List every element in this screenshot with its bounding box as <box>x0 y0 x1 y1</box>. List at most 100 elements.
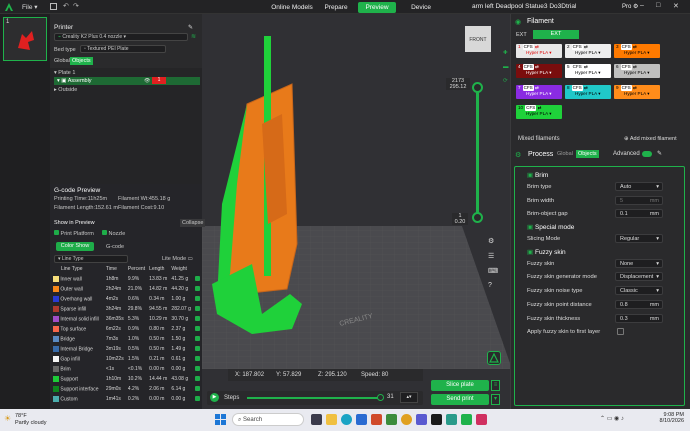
play-button[interactable]: ▶ <box>210 393 219 402</box>
tab-prepare[interactable]: Prepare <box>318 2 354 13</box>
assistant-icon[interactable] <box>487 351 501 365</box>
tab-preview[interactable]: Preview <box>358 2 396 13</box>
line-type-visible-checkbox[interactable] <box>195 305 201 311</box>
steps-slider-handle[interactable] <box>377 394 384 401</box>
line-type-row[interactable]: Sparse infill 3h24m 29.8% 94.55 m 282.07 g <box>52 304 202 314</box>
filament-slot[interactable]: 7 CFS ⇄ Hyper PLA ▾ <box>516 85 562 99</box>
line-type-row[interactable]: Custom 1m41s 0.2% 0.00 m 0.00 g <box>52 394 202 404</box>
filament-slot[interactable]: 3 CFS ⇄ Hyper PLA ▾ <box>614 44 660 58</box>
filament-slot[interactable]: 9 CFS ⇄ Hyper PLA ▾ <box>614 85 660 99</box>
clock[interactable]: 9:08 PM 8/10/2026 <box>644 412 684 424</box>
print-platform-checkbox[interactable]: Print Platform <box>54 230 94 237</box>
filament-type[interactable]: Hyper PLA <box>518 91 548 96</box>
view-cube[interactable]: FRONT <box>465 26 491 52</box>
line-type-row[interactable]: Support 1h10m 10.2% 14.44 m 43.08 g <box>52 374 202 384</box>
slice-plate-button[interactable]: Slice plate <box>431 380 489 391</box>
fuzzy-point-distance-input[interactable]: 0.8 mm <box>615 300 663 309</box>
app-icon-6[interactable] <box>476 414 487 425</box>
layer-slider-bottom-handle[interactable] <box>472 212 483 223</box>
line-type-row[interactable]: Outer wall 2h24m 21.0% 14.82 m 44.20 g <box>52 284 202 294</box>
weather-widget[interactable]: ☀ 78°F Partly cloudy <box>4 412 54 428</box>
plate-item[interactable]: ▾ Plate 1 <box>54 70 75 76</box>
plate-thumbnail[interactable]: 1 <box>3 17 47 61</box>
tab-device[interactable]: Device <box>400 2 442 13</box>
line-type-visible-checkbox[interactable] <box>195 285 201 291</box>
system-tray[interactable]: ⌃ ▭ ◉ ♪ <box>600 415 624 422</box>
app-icon-1[interactable] <box>371 414 382 425</box>
filament-slot[interactable]: 2 CFS ⇄ Hyper PLA ▾ <box>565 44 611 58</box>
visibility-icon[interactable]: 👁 <box>144 78 150 84</box>
ext-tab[interactable]: EXT <box>516 32 527 38</box>
line-type-row[interactable]: Inner wall 1h8m 9.9% 13.83 m 41.25 g <box>52 274 202 284</box>
chrome-icon[interactable] <box>401 414 412 425</box>
line-type-visible-checkbox[interactable] <box>195 335 201 341</box>
filament-type[interactable]: Hyper PLA <box>518 70 548 75</box>
fuzzy-thickness-input[interactable]: 0.3 mm <box>615 314 663 323</box>
line-type-visible-checkbox[interactable] <box>195 365 201 371</box>
brim-type-select[interactable]: Auto ▾ <box>615 182 663 191</box>
printer-select[interactable]: ⌁ Creality K2 Plus 0.4 nozzle ▾ <box>54 33 188 41</box>
tab-online-models[interactable]: Online Models <box>266 2 318 13</box>
layers-icon[interactable]: ☰ <box>488 252 498 260</box>
filament-slot[interactable]: 8 CFS ⇄ Hyper PLA ▾ <box>565 85 611 99</box>
color-show-button[interactable]: Color Show <box>56 242 94 251</box>
line-type-row[interactable]: Internal solid infill 36m35s 5.3% 10.29 m 30… <box>52 314 202 324</box>
taskview-icon[interactable] <box>311 414 322 425</box>
line-type-row[interactable]: Support interface 29m0s 4.2% 2.06 m 6.14 g <box>52 384 202 394</box>
printer-edit-icon[interactable]: ✎ <box>188 24 193 31</box>
steps-slider[interactable] <box>247 397 381 399</box>
send-print-button[interactable]: Send print <box>431 394 489 405</box>
line-type-row[interactable]: Brim <1s <0.1% 0.00 m 0.00 g <box>52 364 202 374</box>
line-type-visible-checkbox[interactable] <box>195 275 201 281</box>
line-type-row[interactable]: Bridge 7m3s 1.0% 0.50 m 1.50 g <box>52 334 202 344</box>
line-type-row[interactable]: Internal Bridge 3m19s 0.5% 0.50 m 1.49 g <box>52 344 202 354</box>
ext-tab-active[interactable]: EXT <box>533 30 579 39</box>
line-type-visible-checkbox[interactable] <box>195 325 201 331</box>
app-icon-4[interactable] <box>431 414 442 425</box>
line-type-visible-checkbox[interactable] <box>195 375 201 381</box>
user-badge[interactable]: Pro ⚙ <box>622 3 638 10</box>
fuzzy-generator-select[interactable]: Displacement ▾ <box>615 272 663 281</box>
filament-type[interactable]: Hyper PLA <box>616 50 646 55</box>
line-type-visible-checkbox[interactable] <box>195 345 201 351</box>
tab-objects[interactable]: Objects <box>70 57 93 65</box>
taskbar-search[interactable]: ⌕ Search <box>232 413 304 426</box>
app-icon-3[interactable] <box>416 414 427 425</box>
filament-type[interactable]: Hyper PLA <box>567 50 597 55</box>
redo-icon[interactable]: ↷ <box>73 2 79 10</box>
slicing-mode-select[interactable]: Regular ▾ <box>615 234 663 243</box>
filament-slot[interactable]: 5 CFS ⇄ Hyper PLA ▾ <box>565 64 611 78</box>
bed-type-select[interactable]: ▫ Textured PEI Plate <box>80 45 166 53</box>
line-type-visible-checkbox[interactable] <box>195 385 201 391</box>
app-icon-2[interactable] <box>386 414 397 425</box>
outside-item[interactable]: ▸ Outside <box>54 87 77 93</box>
filament-slot[interactable]: 6 CFS ⇄ Hyper PLA ▾ <box>614 64 660 78</box>
line-type-visible-checkbox[interactable] <box>195 395 201 401</box>
line-type-row[interactable]: Gap infill 10m22s 1.5% 0.21 m 0.61 g <box>52 354 202 364</box>
save-icon[interactable] <box>50 3 57 10</box>
process-edit-icon[interactable]: ✎ <box>657 150 662 157</box>
slice-options-icon[interactable]: ≡ <box>491 380 500 391</box>
line-type-visible-checkbox[interactable] <box>195 295 201 301</box>
send-options-icon[interactable]: ▾ <box>491 394 500 405</box>
filament-type[interactable]: Hyper PLA <box>567 91 597 96</box>
process-tab-objects[interactable]: Objects <box>576 150 599 158</box>
line-type-dropdown[interactable]: ▾ Line Type <box>54 255 128 263</box>
sync-filament-icon[interactable]: ⟳ <box>503 74 511 88</box>
filament-type[interactable]: Hyper PLA <box>567 70 597 75</box>
filament-slot[interactable]: 1 CFS ⇄ Hyper PLA ▾ <box>516 44 562 58</box>
add-filament-icon[interactable]: ✚ <box>503 46 511 60</box>
tab-global[interactable]: Global <box>54 58 70 64</box>
line-type-visible-checkbox[interactable] <box>195 315 201 321</box>
fuzzy-noise-select[interactable]: Classic ▾ <box>615 286 663 295</box>
filament-type[interactable]: Hyper PLA <box>518 50 548 55</box>
creality-print-icon[interactable] <box>461 414 472 425</box>
brim-width-input[interactable]: 5 mm <box>615 196 663 205</box>
advanced-toggle[interactable] <box>642 151 652 157</box>
start-icon[interactable] <box>215 414 226 425</box>
maximize-icon[interactable]: □ <box>656 2 660 9</box>
close-icon[interactable]: ✕ <box>673 2 679 10</box>
fuzzy-first-layer-checkbox[interactable] <box>617 328 624 335</box>
layer-slider-track[interactable] <box>476 85 479 215</box>
layer-slider-top-handle[interactable] <box>472 82 483 93</box>
